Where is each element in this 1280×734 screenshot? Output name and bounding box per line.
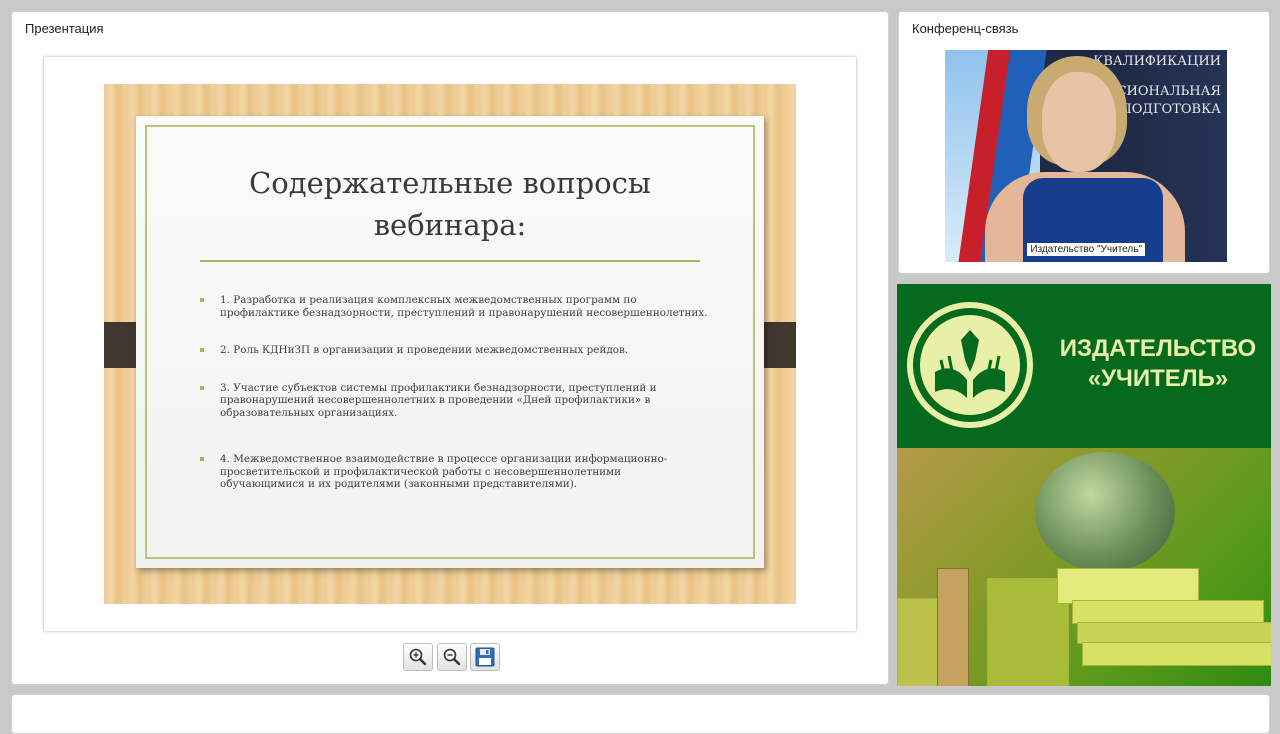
video-banner-text: СИОНАЛЬНАЯ (1116, 84, 1221, 99)
slide-bullet-item: 4. Межведомственное взаимодействие в про… (198, 453, 708, 491)
slide-title-line-2: вебинара: (373, 208, 527, 242)
publisher-name-line-1: ИЗДАТЕЛЬСТВО (1059, 335, 1257, 362)
zoom-out-icon (443, 648, 461, 666)
slide-bullet-list: 1. Разработка и реализация комплексных м… (198, 294, 708, 516)
slide-title: Содержательные вопросы вебинара: (136, 162, 764, 246)
zoom-in-button[interactable] (403, 643, 433, 671)
floppy-disk-icon (475, 647, 495, 667)
video-banner-text: ПОДГОТОВКА (1120, 102, 1221, 117)
publisher-name-line-2: «УЧИТЕЛЬ» (1087, 365, 1229, 392)
conference-panel: Конференц-связь КВАЛИФИКАЦИИ СИОНАЛЬНАЯ … (898, 11, 1270, 274)
slide-bullet-item: 2. Роль КДНиЗП в организации и проведени… (198, 344, 708, 357)
slide-title-line-1: Содержательные вопросы (249, 166, 651, 200)
publisher-ad-photo (897, 448, 1271, 686)
slide: Содержательные вопросы вебинара: 1. Разр… (104, 84, 796, 604)
publisher-ad: ИЗДАТЕЛЬСТВО «УЧИТЕЛЬ» (897, 284, 1271, 686)
zoom-out-button[interactable] (437, 643, 467, 671)
speaker-face (1042, 72, 1116, 172)
publisher-ad-header: ИЗДАТЕЛЬСТВО «УЧИТЕЛЬ» (897, 284, 1271, 448)
slide-bullet-item: 3. Участие субъектов системы профилактик… (198, 382, 708, 420)
save-button[interactable] (470, 643, 500, 671)
publisher-logo-icon (907, 302, 1033, 428)
zoom-in-icon (409, 648, 427, 666)
book-image (1082, 642, 1271, 666)
video-banner-text: КВАЛИФИКАЦИИ (1093, 54, 1221, 69)
publisher-name: ИЗДАТЕЛЬСТВО «УЧИТЕЛЬ» (1047, 334, 1269, 394)
book-image (1077, 622, 1271, 644)
globe-image (1035, 452, 1175, 572)
presentation-panel-title: Презентация (25, 21, 104, 36)
slide-viewer[interactable]: Содержательные вопросы вебинара: 1. Разр… (44, 57, 856, 631)
presentation-panel: Презентация Содержательные вопросы вебин… (11, 11, 889, 685)
slide-title-divider (200, 260, 700, 262)
slide-paper: Содержательные вопросы вебинара: 1. Разр… (136, 116, 764, 568)
video-feed[interactable]: КВАЛИФИКАЦИИ СИОНАЛЬНАЯ ПОДГОТОВКА Издат… (945, 50, 1227, 262)
book-image (1057, 568, 1199, 604)
conference-panel-title: Конференц-связь (912, 21, 1019, 36)
book-image (1072, 600, 1264, 624)
book-image (937, 568, 969, 686)
video-caption: Издательство "Учитель" (1027, 243, 1145, 256)
bottom-panel (11, 694, 1270, 734)
slide-bullet-item: 1. Разработка и реализация комплексных м… (198, 294, 708, 319)
